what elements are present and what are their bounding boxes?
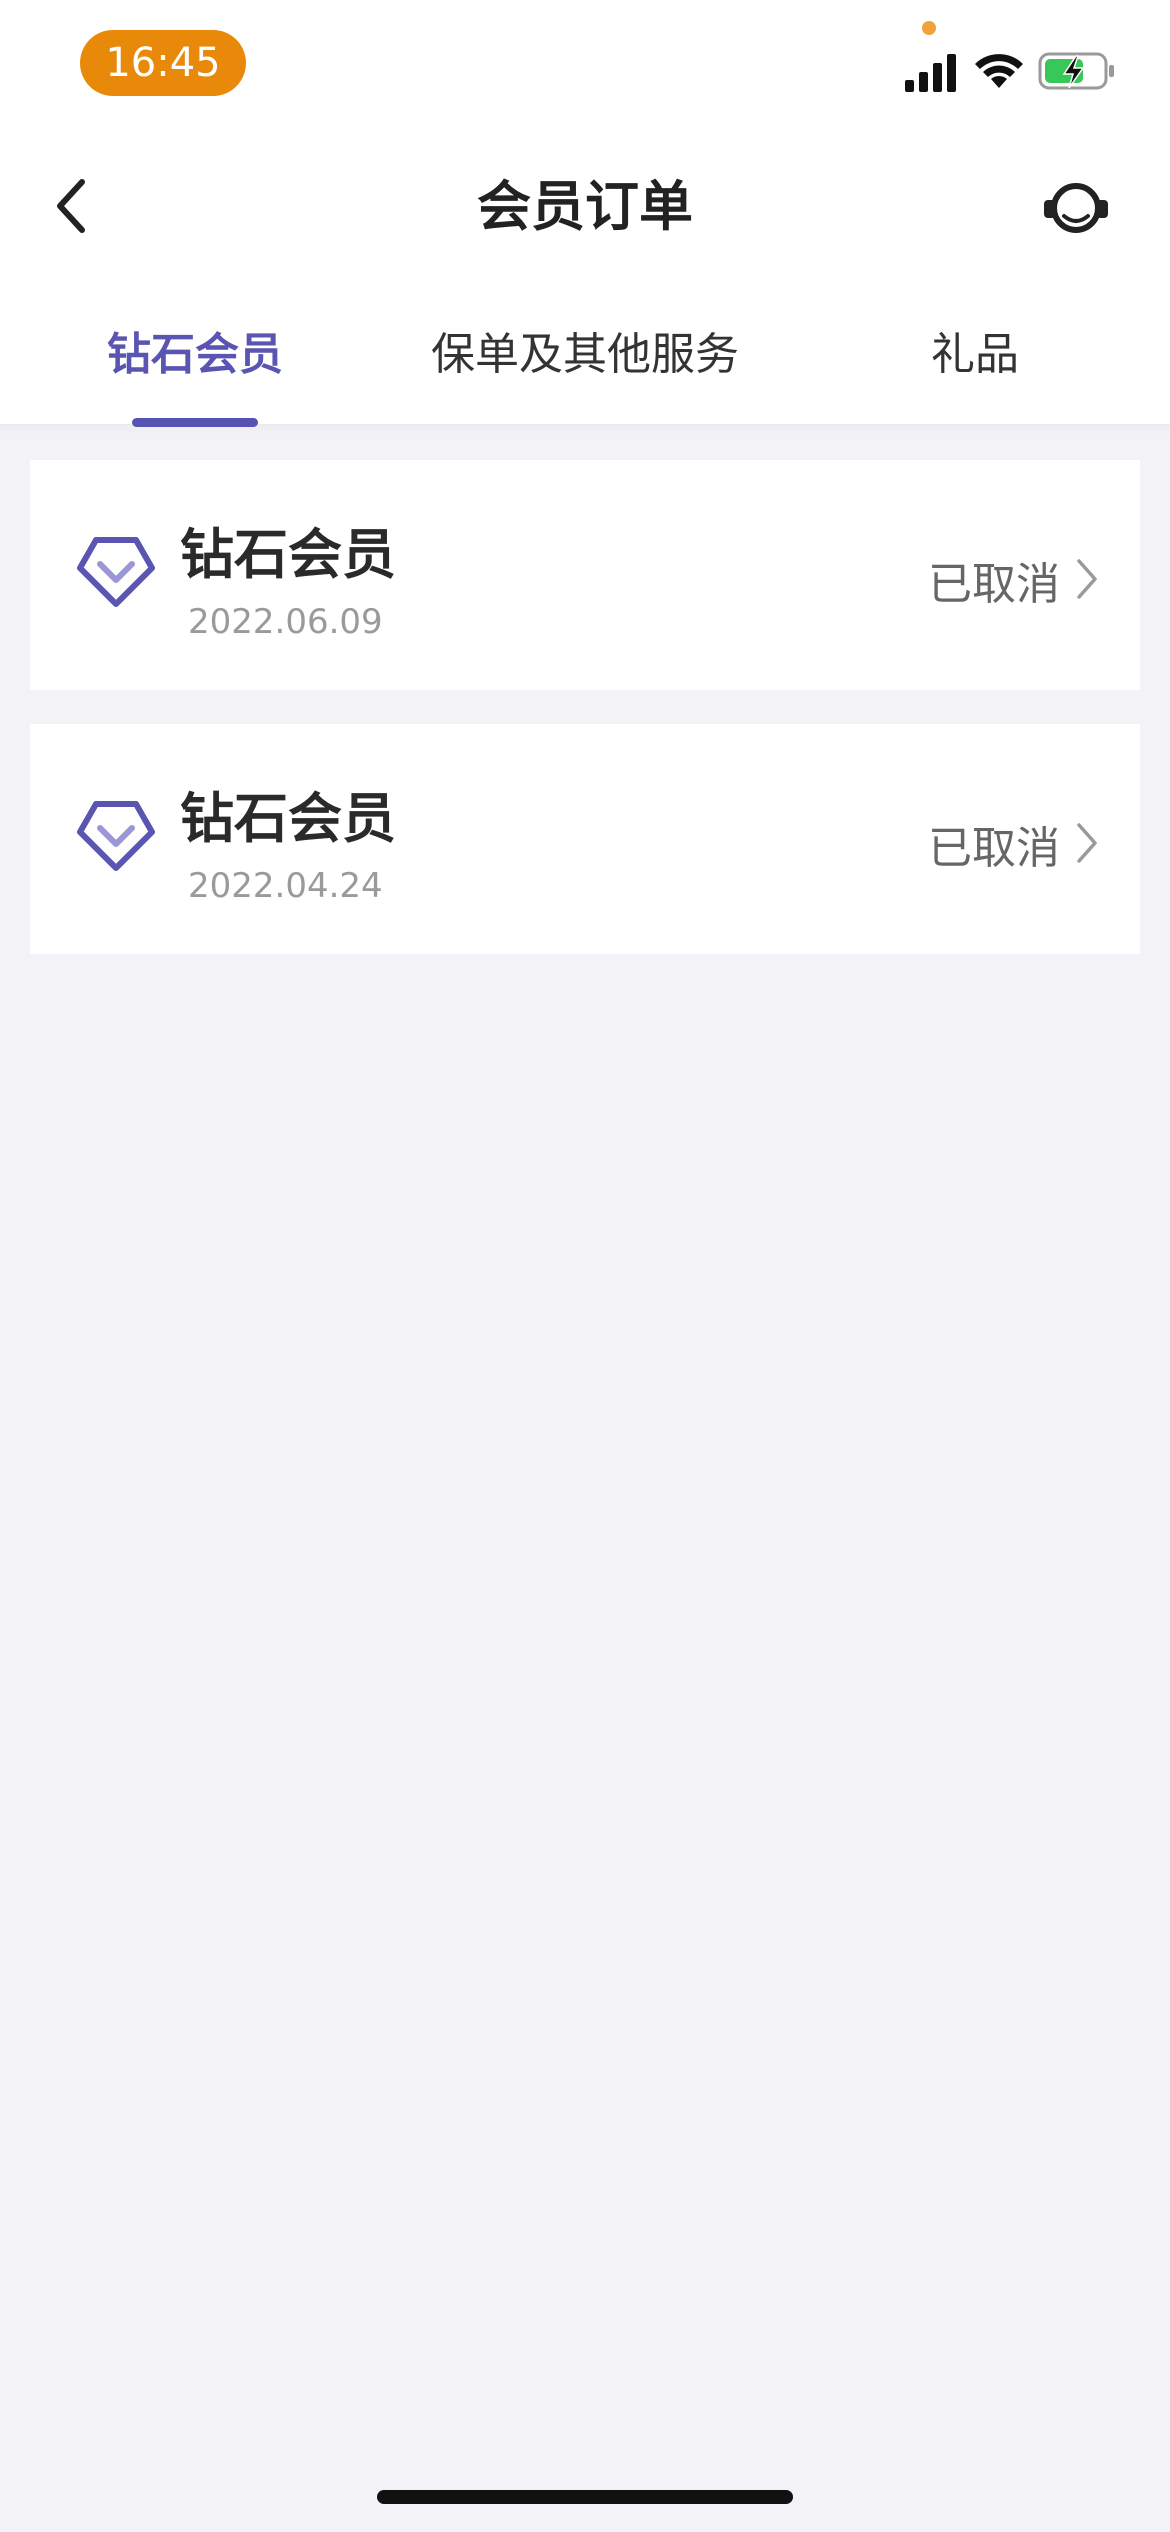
chevron-right-icon [1077,559,1097,599]
home-indicator[interactable] [377,2490,793,2504]
order-date: 2022.04.24 [188,866,383,906]
active-tab-indicator [132,418,258,427]
cellular-signal-icon [905,54,956,92]
order-name: 钻石会员 [180,787,396,850]
order-date: 2022.06.09 [188,602,383,642]
order-name: 钻石会员 [180,523,396,586]
order-status: 已取消 [928,559,1060,610]
tab-policy-and-services[interactable]: 保单及其他服务 [400,318,770,382]
customer-service-headset-icon[interactable] [1040,172,1112,244]
diamond-icon [77,537,155,607]
camera-indicator-dot [922,21,936,35]
order-card[interactable]: 钻石会员 2022.06.09 已取消 [30,460,1140,690]
chevron-right-icon [1077,823,1097,863]
tab-gifts[interactable]: 礼品 [880,318,1070,382]
battery-charging-icon [1038,52,1114,90]
order-card[interactable]: 钻石会员 2022.04.24 已取消 [30,724,1140,954]
page-title: 会员订单 [477,175,693,238]
order-status: 已取消 [928,823,1060,874]
wifi-icon [975,54,1023,88]
status-time: 16:45 [80,30,246,96]
diamond-icon [77,801,155,871]
tab-diamond-membership[interactable]: 钻石会员 [60,318,330,382]
